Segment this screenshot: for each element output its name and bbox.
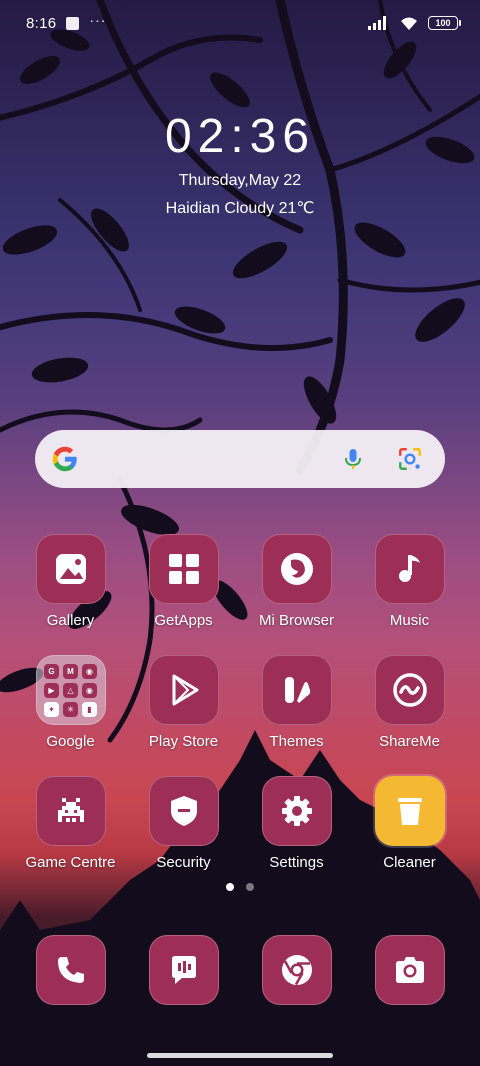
app-label: Mi Browser: [258, 612, 334, 629]
signal-icon: [368, 16, 386, 30]
themes-icon: [261, 655, 332, 725]
clock-time: 02:36: [164, 110, 316, 163]
play-store-icon: [148, 655, 219, 725]
app-cleaner[interactable]: Cleaner: [353, 776, 466, 871]
getapps-icon: [148, 534, 219, 604]
app-play-store[interactable]: Play Store: [127, 655, 240, 750]
google-search-bar[interactable]: [35, 430, 445, 488]
clock-date: Thursday,May 22: [178, 172, 302, 189]
folder-youtube-icon: ▶: [44, 682, 59, 698]
page-indicator: [0, 883, 480, 891]
app-label: Google: [46, 733, 95, 750]
app-label: GetApps: [154, 612, 213, 629]
clock-widget[interactable]: 02:36 Thursday,May 22 Haidian Cloudy 21℃: [0, 108, 480, 218]
dock-camera[interactable]: [353, 935, 466, 1005]
game-centre-icon: [35, 776, 106, 846]
app-themes[interactable]: Themes: [240, 655, 353, 750]
notification-icon: [66, 16, 80, 30]
app-game-centre[interactable]: Game Centre: [14, 776, 127, 871]
app-grid: Gallery GetApps Mi Browser Music G M ◉ ▶…: [14, 534, 466, 871]
app-security[interactable]: Security: [127, 776, 240, 871]
google-folder-icon: G M ◉ ▶ △ ◉ ✦ ✳ ▮: [35, 655, 106, 725]
app-music[interactable]: Music: [353, 534, 466, 629]
app-label: Themes: [269, 733, 324, 750]
folder-gmail-icon: M: [63, 663, 78, 679]
folder-music-icon: ◉: [82, 682, 97, 698]
more-notifications-icon: ···: [89, 12, 107, 28]
folder-files-icon: ▮: [82, 701, 97, 717]
status-bar: 8:16 ··· 100: [0, 0, 480, 46]
folder-meet-icon: ✳: [63, 701, 78, 717]
app-settings[interactable]: Settings: [240, 776, 353, 871]
dock-messages[interactable]: [127, 935, 240, 1005]
app-gallery[interactable]: Gallery: [14, 534, 127, 629]
google-logo-icon: [52, 446, 77, 472]
page-dot-active: [226, 883, 234, 891]
music-icon: [374, 534, 445, 604]
browser-icon: [261, 534, 332, 604]
dock-phone[interactable]: [14, 935, 127, 1005]
gallery-icon: [35, 534, 106, 604]
messages-icon: [148, 935, 219, 1005]
cleaner-icon: [374, 776, 445, 846]
chrome-icon: [261, 935, 332, 1005]
phone-icon: [35, 935, 106, 1005]
folder-drive-icon: △: [63, 682, 78, 698]
app-mi-browser[interactable]: Mi Browser: [240, 534, 353, 629]
page-dot: [246, 883, 254, 891]
app-google-folder[interactable]: G M ◉ ▶ △ ◉ ✦ ✳ ▮ Google: [14, 655, 127, 750]
clock-weather: Haidian Cloudy 21℃: [165, 200, 315, 217]
app-shareme[interactable]: ShareMe: [353, 655, 466, 750]
folder-photos-icon: ✦: [44, 701, 59, 717]
google-lens-icon[interactable]: [397, 446, 423, 472]
app-getapps[interactable]: GetApps: [127, 534, 240, 629]
app-label: Security: [156, 854, 211, 871]
camera-icon: [374, 935, 445, 1005]
wifi-icon: [401, 17, 417, 30]
app-label: Cleaner: [383, 854, 436, 871]
app-label: Gallery: [46, 612, 95, 629]
app-label: Game Centre: [25, 854, 116, 871]
dock-chrome[interactable]: [240, 935, 353, 1005]
app-label: Play Store: [148, 733, 219, 750]
battery-icon: 100: [428, 16, 461, 30]
folder-maps-icon: ◉: [82, 663, 97, 679]
app-label: ShareMe: [379, 733, 440, 750]
settings-icon: [261, 776, 332, 846]
shareme-icon: [374, 655, 445, 725]
status-time: 8:16: [26, 14, 57, 32]
voice-search-icon[interactable]: [341, 447, 365, 471]
security-icon: [148, 776, 219, 846]
folder-google-icon: G: [44, 663, 59, 679]
app-label: Music: [389, 612, 430, 629]
home-indicator[interactable]: [147, 1053, 333, 1058]
dock: [14, 935, 466, 1005]
app-label: Settings: [269, 854, 324, 871]
